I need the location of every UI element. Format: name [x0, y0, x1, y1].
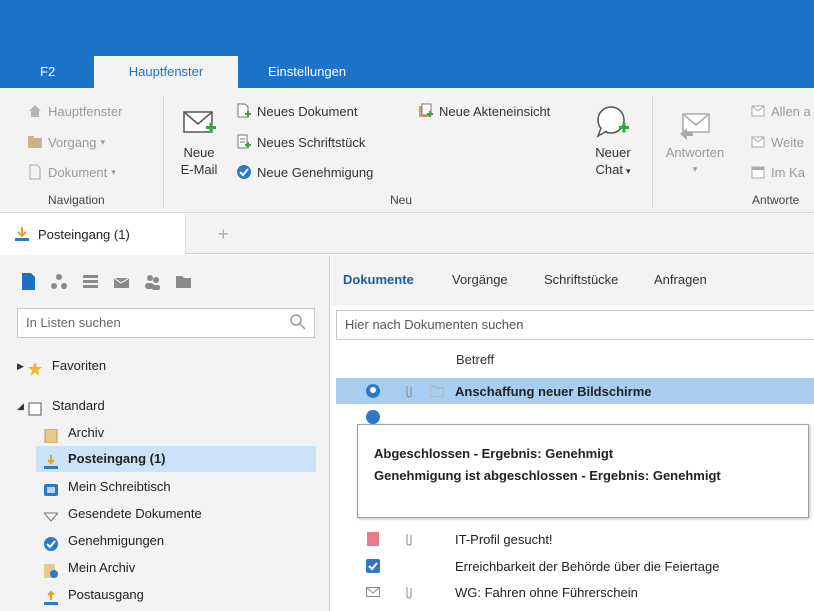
- task-check-icon: [366, 559, 380, 573]
- table-row[interactable]: WG: Fahren ohne Führerschein: [336, 579, 814, 605]
- tree-item-gesendete-dokumente[interactable]: Gesendete Dokumente: [42, 501, 202, 527]
- archive-icon: [44, 426, 58, 444]
- status-tooltip: Abgeschlossen - Ergebnis: Genehmigt Gene…: [357, 424, 809, 518]
- table-row[interactable]: Erreichbarkeit der Behörde über die Feie…: [336, 553, 814, 579]
- collapse-arrow-icon[interactable]: ◢: [17, 393, 24, 419]
- ribbon-tabs: F2 Hauptfenster Einstellungen: [0, 56, 814, 88]
- tab-hauptfenster[interactable]: Hauptfenster: [94, 56, 238, 88]
- neue-akteneinsicht-button[interactable]: Neue Akteneinsicht: [418, 103, 550, 119]
- add-tab-button[interactable]: +: [218, 224, 229, 245]
- weiterleiten-button[interactable]: Weite: [750, 134, 804, 150]
- neue-email-button[interactable]: Neue E-Mail: [174, 106, 224, 178]
- chevron-down-icon: ▾: [111, 166, 116, 177]
- attachment-icon: [404, 532, 414, 546]
- document-search-input[interactable]: Hier nach Dokumenten suchen: [336, 310, 814, 340]
- expand-arrow-icon[interactable]: ▶: [17, 353, 24, 379]
- vorgang-icon: [27, 134, 43, 150]
- neues-schriftstueck-button[interactable]: Neues Schriftstück: [236, 134, 365, 150]
- chevron-down-icon: ▾: [692, 164, 698, 174]
- tree-item-postausgang[interactable]: Postausgang: [44, 582, 144, 608]
- title-bar: [0, 0, 814, 56]
- document-icon[interactable]: [20, 273, 37, 290]
- tree-item-standard[interactable]: ◢ Standard: [17, 393, 105, 419]
- list-icon[interactable]: [82, 273, 99, 290]
- table-row[interactable]: IT-Profil gesucht!: [336, 526, 814, 552]
- mail-icon: [366, 585, 380, 599]
- inbox-icon: [14, 226, 30, 242]
- chevron-down-icon: ▾: [100, 136, 105, 147]
- tree-item-mein-schreibtisch[interactable]: Mein Schreibtisch: [44, 474, 171, 500]
- users-icon[interactable]: [144, 273, 161, 290]
- neues-dokument-button[interactable]: Neues Dokument: [236, 103, 357, 119]
- calendar-icon: [750, 164, 766, 180]
- chevron-down-icon: ▾: [625, 166, 631, 176]
- column-header-betreff[interactable]: Betreff: [456, 352, 494, 367]
- home-icon: [27, 103, 43, 119]
- group-label-neu: Neu: [390, 193, 413, 207]
- table-row[interactable]: Anschaffung neuer Bildschirme: [336, 378, 814, 404]
- status-approval-icon: [366, 384, 380, 398]
- outbox-icon: [44, 588, 58, 605]
- folder-icon[interactable]: [175, 273, 192, 290]
- tab-f2[interactable]: F2: [28, 56, 67, 88]
- new-letter-icon: [236, 134, 252, 150]
- tab-dokumente[interactable]: Dokumente: [343, 272, 414, 287]
- document-type-tabs: Dokumente Vorgänge Schriftstücke Anfrage…: [331, 255, 814, 305]
- group-separator: [163, 96, 164, 208]
- allen-antworten-button[interactable]: Allen a: [750, 103, 811, 119]
- sent-icon: [42, 507, 60, 522]
- tab-vorgaenge[interactable]: Vorgänge: [452, 272, 508, 287]
- inbox-icon: [44, 452, 58, 469]
- neue-genehmigung-button[interactable]: Neue Genehmigung: [236, 164, 373, 180]
- tab-anfragen[interactable]: Anfragen: [654, 272, 707, 287]
- list-search-input[interactable]: In Listen suchen: [17, 308, 315, 338]
- document-tab-strip: Posteingang (1) +: [0, 214, 814, 254]
- new-document-icon: [236, 103, 252, 119]
- attachment-icon: [404, 384, 414, 398]
- forward-icon: [750, 134, 766, 150]
- folder-outline-icon: [28, 399, 42, 416]
- mail-stack-icon[interactable]: [113, 273, 130, 290]
- my-archive-icon: [44, 561, 58, 578]
- chat-icon: [588, 102, 638, 144]
- tab-einstellungen[interactable]: Einstellungen: [256, 56, 358, 88]
- tab-schriftstuecke[interactable]: Schriftstücke: [544, 272, 618, 287]
- neuer-chat-button[interactable]: Neuer Chat ▾: [588, 102, 638, 180]
- status-approval-icon: [366, 410, 380, 424]
- tree-item-posteingang[interactable]: Posteingang (1): [36, 446, 316, 472]
- left-toolbar: [20, 273, 192, 290]
- org-chart-icon[interactable]: [51, 273, 68, 290]
- antworten-button[interactable]: Antworten ▾: [660, 106, 730, 178]
- attachment-icon: [404, 585, 414, 599]
- tree-item-genehmigungen[interactable]: Genehmigungen: [44, 528, 164, 554]
- group-label-navigation: Navigation: [48, 193, 105, 207]
- nav-dokument-button[interactable]: Dokument ▾: [27, 164, 116, 180]
- im-kalender-button[interactable]: Im Ka: [750, 164, 805, 180]
- tab-posteingang[interactable]: Posteingang (1): [0, 214, 186, 254]
- nav-hauptfenster-button[interactable]: Hauptfenster: [27, 103, 122, 119]
- left-pane: In Listen suchen ▶ Favoriten ◢ Standard …: [0, 255, 330, 611]
- ribbon: Hauptfenster Vorgang ▾ Dokument ▾ Navigati…: [0, 88, 814, 213]
- desk-icon: [44, 480, 58, 496]
- reply-all-icon: [750, 103, 766, 119]
- document-icon: [27, 164, 43, 180]
- nav-vorgang-button[interactable]: Vorgang ▾: [27, 134, 105, 150]
- new-mail-icon: [174, 106, 224, 144]
- search-icon[interactable]: [290, 314, 306, 333]
- tree-item-mein-archiv[interactable]: Mein Archiv: [44, 555, 135, 581]
- tree-item-archiv[interactable]: Archiv: [44, 420, 104, 446]
- star-icon: [27, 359, 42, 376]
- group-label-antworten: Antworte: [752, 193, 800, 207]
- approval-icon: [236, 164, 252, 180]
- folder-icon: [429, 385, 445, 398]
- group-separator: [652, 96, 653, 208]
- tree-item-favoriten[interactable]: ▶ Favoriten: [17, 353, 106, 379]
- reply-icon: [660, 106, 730, 144]
- profile-card-icon: [366, 532, 380, 546]
- file-inspection-icon: [418, 103, 434, 119]
- approval-icon: [44, 534, 58, 551]
